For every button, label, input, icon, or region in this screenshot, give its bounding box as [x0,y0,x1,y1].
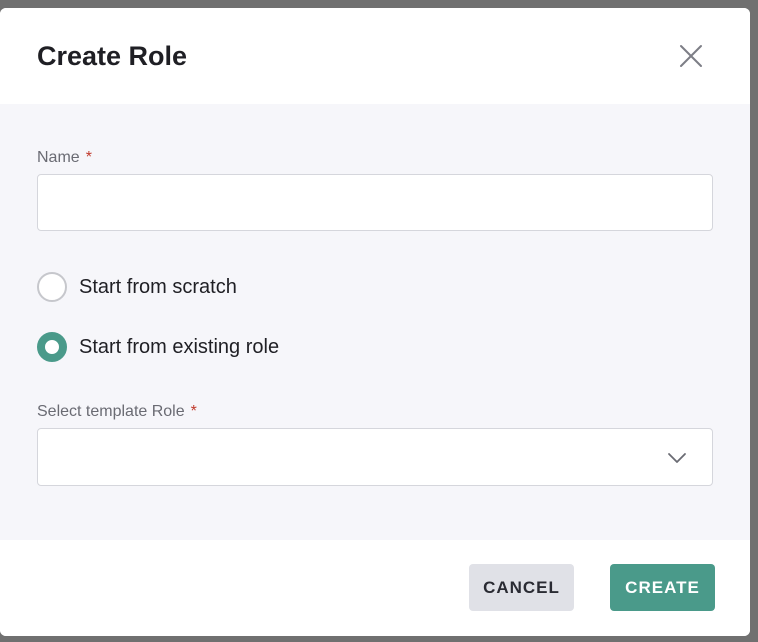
cancel-button[interactable]: CANCEL [469,564,574,611]
create-button[interactable]: CREATE [610,564,715,611]
close-button[interactable] [672,38,708,74]
name-input[interactable] [37,174,713,231]
radio-button-unchecked[interactable] [37,272,67,302]
name-label: Name * [37,148,92,168]
dialog-footer: CANCEL CREATE [0,540,750,636]
dialog-title: Create Role [37,41,188,71]
required-marker: * [190,403,197,420]
chevron-down-icon [668,453,686,463]
radio-label-existing: Start from existing role [79,335,280,358]
radio-button-checked[interactable] [37,332,67,362]
template-role-label-text: Select template Role [37,403,185,420]
radio-start-from-scratch[interactable]: Start from scratch [37,271,237,303]
name-label-text: Name [37,149,80,166]
radio-start-from-existing-role[interactable]: Start from existing role [37,331,279,363]
template-role-label: Select template Role * [37,402,197,422]
template-role-select[interactable] [37,428,713,486]
radio-label-scratch: Start from scratch [79,275,237,298]
close-icon [680,45,702,67]
dialog-body: Name * Start from scratch Start from exis… [0,104,750,540]
required-marker: * [85,149,92,166]
dialog-header: Create Role [0,8,750,104]
create-role-dialog: Create Role Name * Start from scratch Sta… [0,8,750,636]
